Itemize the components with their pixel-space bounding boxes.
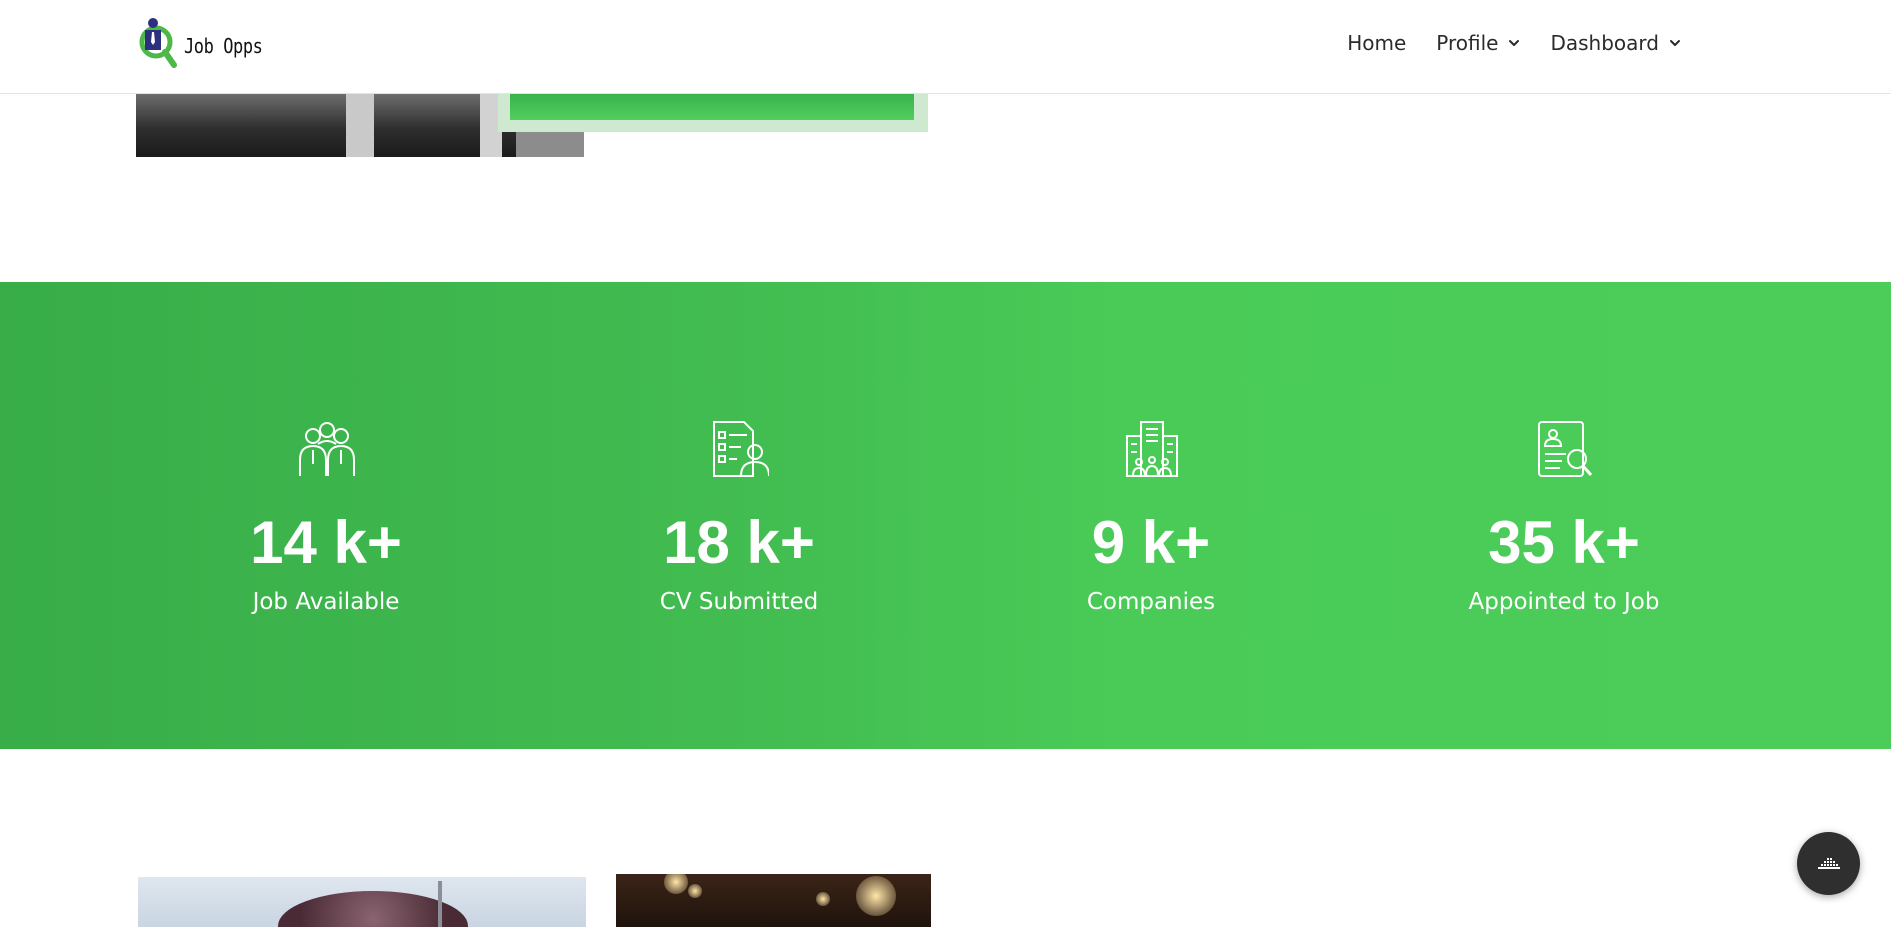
team-icon	[299, 422, 355, 476]
indoor-photo	[616, 874, 931, 927]
decorative-frame	[498, 94, 928, 132]
chat-button[interactable]	[1797, 832, 1860, 895]
nav-profile[interactable]: Profile	[1436, 31, 1520, 55]
nav-dashboard[interactable]: Dashboard	[1550, 31, 1681, 55]
stat-label: Appointed to Job	[1468, 589, 1660, 615]
stat-label: Job Available	[252, 589, 400, 615]
site-logo[interactable]: Job Opps	[134, 16, 276, 76]
outdoor-photo	[138, 877, 586, 927]
nav-home-label: Home	[1347, 31, 1407, 55]
resume-search-icon	[1538, 421, 1593, 477]
nav-home[interactable]: Home	[1347, 31, 1406, 55]
stat-value: 18 k+	[663, 509, 815, 576]
nav-profile-label: Profile	[1436, 31, 1499, 55]
stat-label: CV Submitted	[659, 589, 819, 615]
chat-icon	[1817, 857, 1840, 869]
cv-document-icon	[713, 421, 769, 477]
stat-value: 14 k+	[250, 509, 402, 576]
logo-text: Job Opps	[184, 34, 263, 58]
main-nav: Home Profile Dashboard	[1317, 31, 1681, 55]
site-header: Job Opps Home Profile Dashboard	[0, 0, 1891, 94]
chevron-down-icon	[1509, 40, 1520, 46]
stat-label: Companies	[1086, 589, 1216, 615]
stat-value: 9 k+	[1091, 509, 1211, 576]
nav-dashboard-label: Dashboard	[1550, 31, 1659, 55]
company-building-icon	[1126, 421, 1178, 477]
stats-section: 14 k+ Job Available 18 k+ CV Submitted 9…	[0, 282, 1891, 749]
logo-icon	[139, 18, 177, 68]
chevron-down-icon	[1670, 40, 1680, 46]
stat-value: 35 k+	[1488, 509, 1640, 576]
